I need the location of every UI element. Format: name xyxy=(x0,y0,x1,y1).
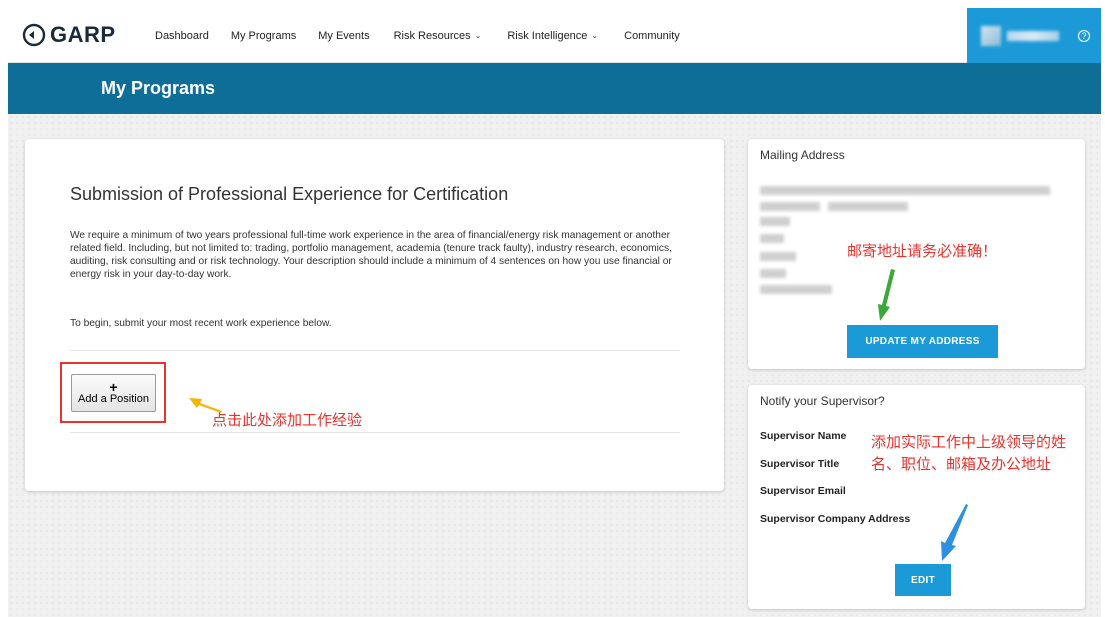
page-header: My Programs xyxy=(8,63,1101,114)
mailing-address-card: Mailing Address 邮寄地址请务必准确！ UPDATE MY ADD… xyxy=(748,139,1085,369)
nav-label: My Programs xyxy=(230,29,297,42)
redacted-address-line xyxy=(760,234,784,243)
nav-risk-resources[interactable]: Risk Resources ⌄ xyxy=(383,30,493,42)
app-frame: GARP Dashboard My Programs My Events Ris… xyxy=(8,8,1101,617)
chevron-down-icon: ⌄ xyxy=(591,31,599,40)
nav-my-programs[interactable]: My Programs xyxy=(220,30,307,42)
add-position-button[interactable]: + Add a Position xyxy=(71,374,156,412)
nav-label: Community xyxy=(624,29,680,42)
blue-arrow-icon xyxy=(941,504,968,561)
edit-supervisor-button[interactable]: EDIT xyxy=(895,564,951,596)
supervisor-card: Notify your Supervisor? Supervisor Name … xyxy=(748,385,1085,609)
highlight-box: + Add a Position xyxy=(60,362,166,423)
redacted-address-line xyxy=(760,217,790,226)
divider xyxy=(70,350,680,351)
redacted-address-line xyxy=(828,202,908,211)
supervisor-title-label: Supervisor Title xyxy=(760,458,840,470)
redacted-address-line xyxy=(760,285,832,294)
nav-risk-intelligence[interactable]: Risk Intelligence ⌄ xyxy=(496,30,609,42)
user-menu[interactable]: ? xyxy=(967,8,1101,63)
supervisor-name-label: Supervisor Name xyxy=(760,430,847,442)
nav-dashboard[interactable]: Dashboard xyxy=(144,30,220,42)
page-title: My Programs xyxy=(101,78,216,98)
experience-description: We require a minimum of two years profes… xyxy=(70,230,672,280)
avatar xyxy=(981,26,1001,46)
nav-label: Dashboard xyxy=(155,29,209,42)
supervisor-title: Notify your Supervisor? xyxy=(760,394,885,408)
nav-community[interactable]: Community xyxy=(613,30,691,42)
experience-heading: Submission of Professional Experience fo… xyxy=(70,184,509,204)
nav-menu: Dashboard My Programs My Events Risk Res… xyxy=(144,8,691,63)
supervisor-email-label: Supervisor Email xyxy=(760,485,846,497)
nav-label: Risk Resources xyxy=(393,29,471,42)
redacted-address-line xyxy=(760,252,796,261)
add-position-label: Add a Position xyxy=(78,393,149,405)
redacted-address-line xyxy=(760,202,820,211)
nav-label: Risk Intelligence xyxy=(507,29,588,42)
add-position-annotation: 点击此处添加工作经验 xyxy=(212,412,363,429)
mailing-address-title: Mailing Address xyxy=(760,148,845,162)
experience-card: Submission of Professional Experience fo… xyxy=(25,139,724,491)
chevron-down-icon: ⌄ xyxy=(474,31,482,40)
supervisor-annotation: 添加实际工作中上级领导的姓名、职位、邮箱及办公地址 xyxy=(871,434,1067,473)
garp-logo-icon xyxy=(22,23,46,47)
begin-instruction: To begin, submit your most recent work e… xyxy=(70,318,332,329)
nav-my-events[interactable]: My Events xyxy=(307,30,380,42)
mailing-annotation: 邮寄地址请务必准确！ xyxy=(847,243,998,260)
update-address-button[interactable]: UPDATE MY ADDRESS xyxy=(847,325,998,358)
garp-logo[interactable]: GARP xyxy=(22,21,116,49)
top-navigation: GARP Dashboard My Programs My Events Ris… xyxy=(8,8,1101,63)
help-icon[interactable]: ? xyxy=(1078,30,1090,42)
logo-text: GARP xyxy=(50,22,116,47)
redacted-address-line xyxy=(760,186,1050,195)
divider xyxy=(70,432,680,433)
user-name-redacted xyxy=(1007,31,1059,41)
nav-label: My Events xyxy=(318,29,370,42)
green-arrow-icon xyxy=(878,269,895,321)
plus-icon: + xyxy=(109,379,118,395)
redacted-address-line xyxy=(760,269,786,278)
supervisor-company-address-label: Supervisor Company Address xyxy=(760,513,911,525)
